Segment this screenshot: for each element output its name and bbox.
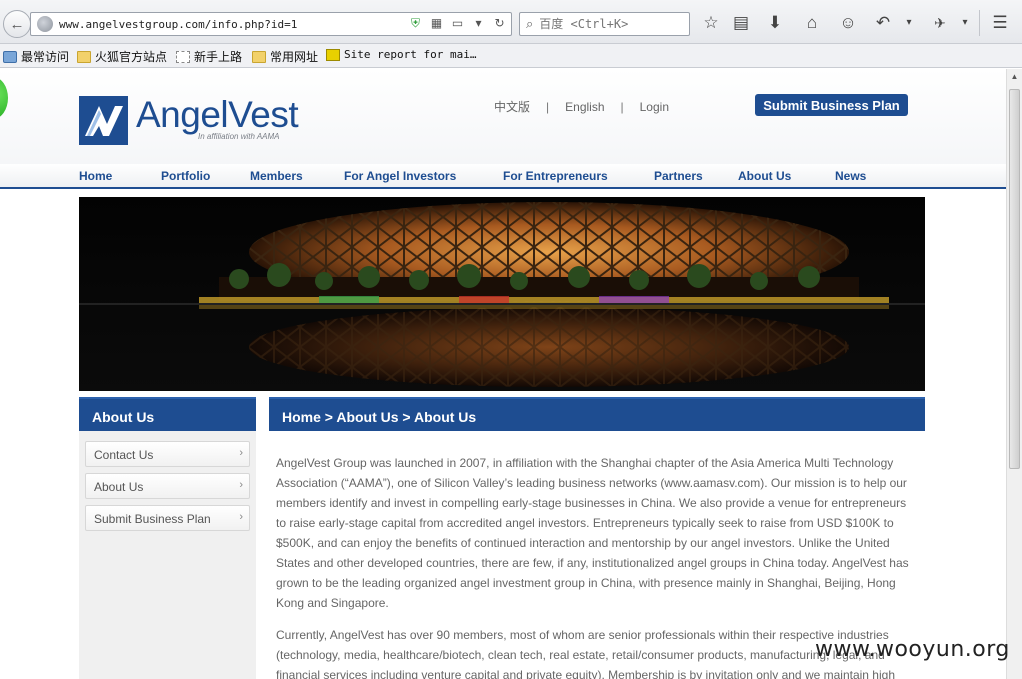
menu-icon[interactable]: ☰ (990, 13, 1010, 33)
bookmark-firefox-site[interactable]: 火狐官方站点 (77, 48, 167, 65)
site-header: AngelVest In affiliation with AAMA 中文版 | E… (0, 69, 1006, 164)
nav-members[interactable]: Members (250, 169, 303, 183)
submit-business-plan-button[interactable]: Submit Business Plan (755, 94, 908, 116)
site-logo[interactable]: AngelVest In affiliation with AAMA (79, 94, 299, 145)
lang-english-link[interactable]: English (565, 100, 604, 114)
nav-about-us[interactable]: About Us (738, 169, 791, 183)
paragraph-intro: AngelVest Group was launched in 2007, in… (276, 456, 909, 610)
nav-news[interactable]: News (835, 169, 866, 183)
bookmark-most-visited[interactable]: 最常访问 (3, 48, 69, 65)
url-bar[interactable]: www.angelvestgroup.com/info.php?id=1 ⛨ ▦… (30, 12, 512, 36)
sidebar-item-label: Contact Us (94, 448, 154, 462)
reading-list-icon[interactable]: ▤ (731, 13, 751, 33)
bookmark-getting-started[interactable]: 新手上路 (176, 48, 242, 65)
bookmark-label: 最常访问 (21, 50, 70, 64)
search-icon: ⌕ (526, 16, 534, 31)
nav-partners[interactable]: Partners (654, 169, 703, 183)
separator: | (546, 100, 550, 114)
download-icon[interactable]: ⬇ (765, 13, 785, 33)
logo-name: AngelVest (136, 94, 299, 135)
bookmark-label: 新手上路 (194, 50, 243, 64)
addon-icon[interactable]: ✈ (930, 13, 950, 33)
dropdown-arrow-icon[interactable]: ▾ (471, 16, 486, 31)
chevron-right-icon: › (239, 447, 243, 459)
scrollbar-thumb[interactable] (1009, 89, 1020, 469)
sidebar-item-contact-us[interactable]: Contact Us › (85, 441, 250, 467)
bookmark-site-report[interactable]: Site report for mai… (326, 48, 476, 61)
folder-icon (77, 50, 91, 63)
vertical-scrollbar[interactable]: ▲ (1006, 69, 1022, 679)
undo-dropdown-icon[interactable]: ▾ (899, 13, 919, 33)
angelvest-logo-icon (79, 96, 128, 145)
chevron-right-icon: › (239, 511, 243, 523)
page-viewport: AngelVest In affiliation with AAMA 中文版 | E… (0, 69, 1006, 679)
login-link[interactable]: Login (640, 100, 669, 114)
back-button[interactable]: ← (3, 10, 31, 38)
url-text[interactable]: www.angelvestgroup.com/info.php?id=1 (59, 18, 297, 31)
nav-home[interactable]: Home (79, 169, 112, 183)
watermark-text: www.wooyun.org (815, 637, 1010, 662)
lang-chinese-link[interactable]: 中文版 (494, 98, 530, 115)
folder-icon (252, 50, 266, 63)
site-report-icon (326, 48, 340, 61)
reload-icon[interactable]: ↻ (492, 16, 507, 31)
reader-view-icon[interactable]: ▭ (450, 16, 465, 31)
scroll-up-arrow-icon[interactable]: ▲ (1007, 69, 1022, 85)
sidebar-item-submit-business-plan[interactable]: Submit Business Plan › (85, 505, 250, 531)
bookmark-common-sites[interactable]: 常用网址 (252, 48, 318, 65)
sidebar-item-label: Submit Business Plan (94, 512, 211, 526)
undo-icon[interactable]: ↶ (873, 13, 893, 33)
addon-dropdown-icon[interactable]: ▾ (955, 13, 975, 33)
bookmark-search-icon (3, 50, 17, 63)
bookmark-label: Site report for mai… (344, 48, 477, 61)
bookmarks-bar: 最常访问 火狐官方站点 新手上路 常用网址 Site report for ma… (0, 44, 1022, 68)
chat-icon[interactable]: ☺ (838, 13, 858, 33)
home-icon[interactable]: ⌂ (802, 13, 822, 33)
shield-icon[interactable]: ⛨ (408, 16, 423, 31)
floating-widget-icon[interactable] (0, 77, 8, 119)
browser-toolbar: ← www.angelvestgroup.com/info.php?id=1 ⛨… (0, 0, 1022, 44)
banner-image (79, 197, 925, 391)
bookmark-label: 火狐官方站点 (95, 50, 168, 64)
qr-code-icon[interactable]: ▦ (429, 16, 444, 31)
nav-portfolio[interactable]: Portfolio (161, 169, 210, 183)
bookmark-star-icon[interactable]: ☆ (701, 13, 721, 33)
breadcrumb: Home > About Us > About Us (269, 397, 925, 431)
toolbar-separator (979, 10, 980, 36)
back-arrow-icon: ← (9, 15, 25, 33)
search-bar[interactable]: ⌕ (519, 12, 690, 36)
page-icon (176, 50, 190, 63)
separator: | (620, 100, 624, 114)
globe-icon (37, 16, 53, 32)
chevron-right-icon: › (239, 479, 243, 491)
language-links: 中文版 | English | Login (494, 98, 669, 115)
sidebar-title: About Us (79, 397, 256, 431)
sidebar-item-about-us[interactable]: About Us › (85, 473, 250, 499)
sidebar-item-label: About Us (94, 480, 144, 494)
nav-for-entrepreneurs[interactable]: For Entrepreneurs (503, 169, 608, 183)
main-navigation: Home Portfolio Members For Angel Investo… (0, 164, 1006, 189)
nav-for-angel-investors[interactable]: For Angel Investors (344, 169, 456, 183)
search-input[interactable] (539, 17, 680, 31)
sidebar-menu: Contact Us › About Us › Submit Business … (79, 431, 256, 679)
bookmark-label: 常用网址 (270, 50, 319, 64)
